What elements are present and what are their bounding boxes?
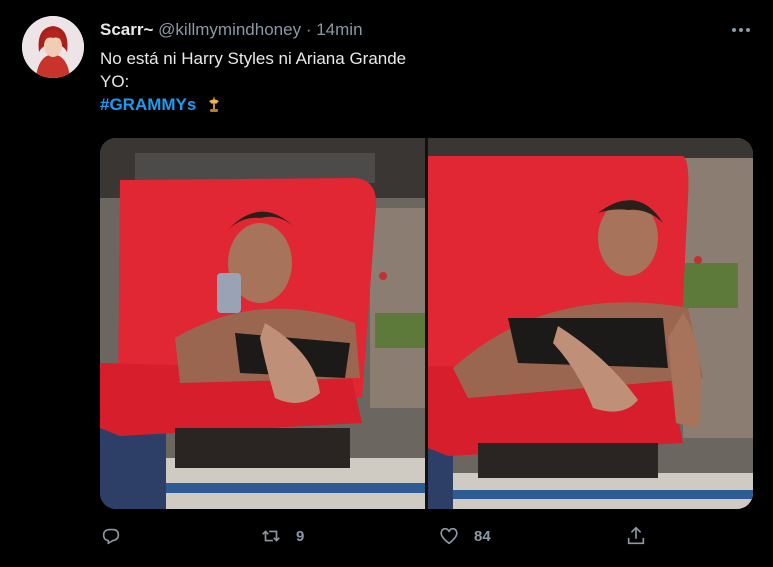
retweet-button[interactable]: 9 (260, 525, 304, 547)
tweet-time[interactable]: 14min (316, 20, 362, 39)
hashtag-link[interactable]: #GRAMMYs (100, 95, 196, 114)
tweet-line-2: YO: (100, 72, 130, 91)
tweet-hashtag-line: #GRAMMYs (100, 93, 406, 116)
photo-2[interactable] (428, 138, 753, 509)
tweet-actions: 9 84 (100, 525, 660, 549)
photo-1[interactable] (100, 138, 425, 509)
grammy-icon (209, 96, 220, 112)
reply-icon (102, 528, 120, 545)
separator-dot: · (305, 20, 312, 39)
author-name[interactable]: Scarr~ (100, 20, 153, 39)
like-button[interactable]: 84 (438, 525, 491, 547)
photo-1-image (100, 138, 425, 509)
avatar-image (22, 16, 84, 78)
more-options-button[interactable] (729, 20, 753, 40)
photo-2-image (428, 138, 753, 509)
author-handle[interactable]: @killmymindhoney (158, 20, 301, 39)
tweet[interactable]: Scarr~ @killmymindhoney · 14min No está … (0, 0, 773, 567)
share-button[interactable] (625, 525, 647, 547)
reply-button[interactable] (100, 525, 122, 547)
tweet-header: Scarr~ @killmymindhoney · 14min (100, 20, 363, 40)
share-icon (627, 526, 645, 545)
like-icon (440, 527, 458, 545)
more-icon (732, 28, 750, 32)
retweet-count: 9 (296, 527, 305, 545)
like-count: 84 (474, 527, 491, 545)
tweet-media[interactable] (100, 138, 753, 509)
tweet-text: No está ni Harry Styles ni Ariana Grande… (100, 47, 406, 116)
avatar[interactable] (22, 16, 84, 78)
retweet-icon (262, 530, 280, 542)
tweet-line-1: No está ni Harry Styles ni Ariana Grande (100, 49, 407, 68)
